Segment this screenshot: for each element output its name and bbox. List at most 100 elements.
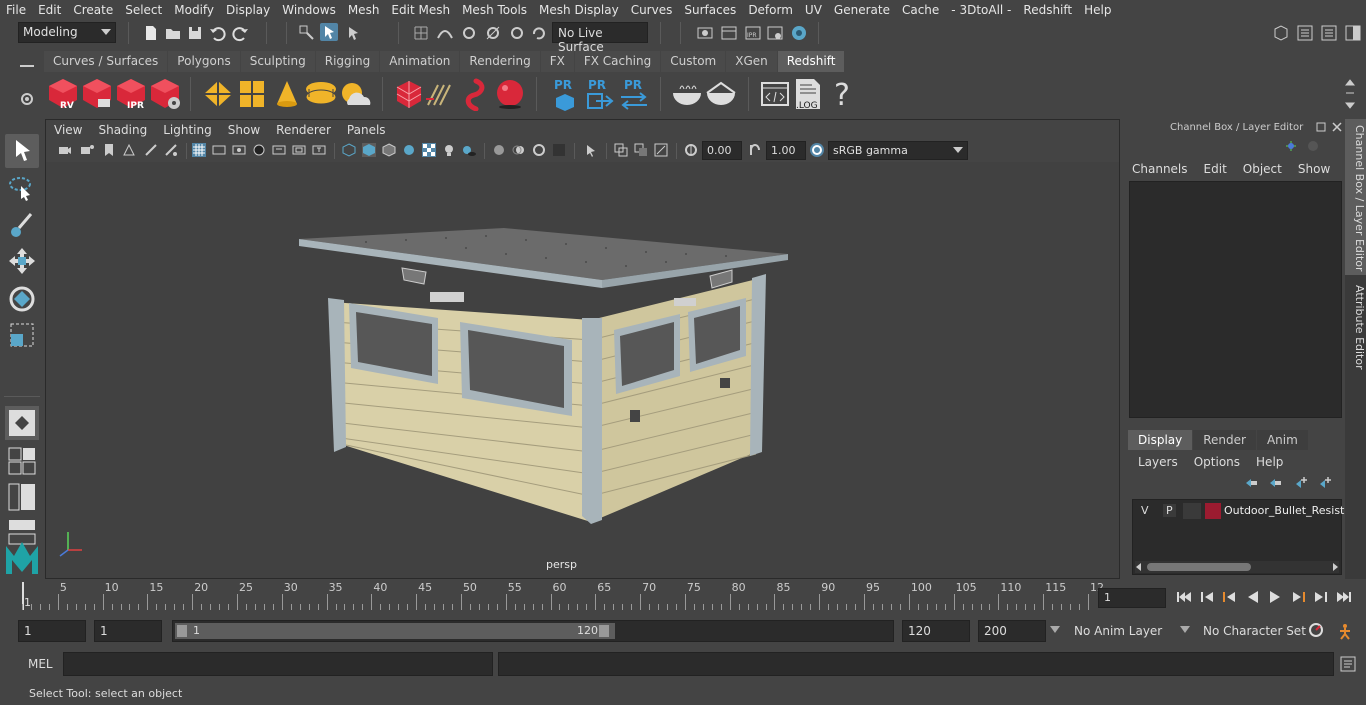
layer-menu-options[interactable]: Options (1186, 455, 1248, 469)
menu-help[interactable]: Help (1078, 3, 1117, 17)
play-backwards-icon[interactable] (1246, 590, 1260, 604)
step-back-frame-icon[interactable] (1222, 590, 1236, 604)
camera-attributes-icon[interactable] (80, 143, 94, 157)
layer-name[interactable]: Outdoor_Bullet_Resist (1224, 504, 1344, 517)
redshift-ies-light-icon[interactable] (274, 79, 300, 109)
shadows-icon[interactable] (462, 143, 476, 157)
redshift-proxy-icon[interactable] (394, 79, 424, 109)
film-gate-icon[interactable] (212, 143, 226, 157)
viewport-menu-show[interactable]: Show (220, 123, 268, 137)
gamma-icon[interactable] (748, 143, 762, 157)
new-layer-icon[interactable] (1294, 475, 1308, 489)
menu-mesh-display[interactable]: Mesh Display (533, 3, 625, 17)
depth-of-field-icon[interactable] (552, 143, 566, 157)
viewport-menu-renderer[interactable]: Renderer (268, 123, 339, 137)
menu-curves[interactable]: Curves (625, 3, 679, 17)
animation-preferences-icon[interactable] (1336, 622, 1354, 640)
xray-active-icon[interactable] (634, 143, 648, 157)
shelf-gear-icon[interactable] (20, 92, 34, 106)
shelf-tab-animation[interactable]: Animation (380, 51, 460, 72)
layer-menu-help[interactable]: Help (1248, 455, 1291, 469)
shelf-tab-sculpting[interactable]: Sculpting (240, 51, 315, 72)
menu-edit-mesh[interactable]: Edit Mesh (385, 3, 456, 17)
shelf-scroll-icon[interactable] (1344, 77, 1356, 111)
command-input[interactable] (63, 652, 493, 676)
menu-surfaces[interactable]: Surfaces (678, 3, 742, 17)
range-end-handle[interactable] (599, 625, 609, 637)
scale-tool[interactable] (5, 318, 39, 352)
move-layer-down-icon[interactable] (1268, 477, 1282, 489)
viewport-menu-shading[interactable]: Shading (90, 123, 155, 137)
redshift-object-properties-icon[interactable]: PR (550, 77, 580, 111)
menu-display[interactable]: Display (220, 3, 276, 17)
undo-icon[interactable] (208, 24, 226, 42)
playback-start-field[interactable]: 1 (94, 620, 162, 642)
viewport-menu-view[interactable]: View (46, 123, 90, 137)
character-set-label[interactable]: No Character Set (1203, 624, 1306, 638)
mel-label[interactable]: MEL (28, 657, 53, 671)
select-tool[interactable] (5, 134, 39, 168)
color-management-icon[interactable] (810, 143, 824, 157)
select-camera-icon[interactable] (58, 143, 72, 157)
redshift-batch-render-icon[interactable] (80, 77, 114, 111)
attribute-editor-side-tab[interactable]: Attribute Editor (1345, 279, 1366, 379)
smooth-shade-icon[interactable] (362, 143, 376, 157)
snap-curve-icon[interactable] (436, 24, 454, 42)
menu-generate[interactable]: Generate (828, 3, 896, 17)
layer-list-scrollbar[interactable] (1135, 561, 1339, 573)
time-slider[interactable]: 1 5 10 15 20 25 30 35 40 45 50 55 60 65 70 75 80 85 90 95 1… (0, 580, 1366, 614)
viewport-menu-panels[interactable]: Panels (339, 123, 394, 137)
building-model[interactable] (46, 162, 1119, 578)
shelf-tab-redshift[interactable]: Redshift (777, 51, 845, 72)
xray-icon[interactable] (614, 143, 628, 157)
anti-alias-icon[interactable] (532, 143, 546, 157)
shelf-tab-fx-caching[interactable]: FX Caching (574, 51, 661, 72)
layer-color-swatch[interactable] (1205, 503, 1221, 519)
auto-key-icon[interactable] (1308, 622, 1324, 638)
shelf-tab-fx[interactable]: FX (540, 51, 574, 72)
current-frame-field[interactable]: 1 (1098, 588, 1166, 608)
new-scene-icon[interactable] (142, 24, 160, 42)
field-chart-icon[interactable] (272, 143, 286, 157)
scene-start-field[interactable]: 1 (18, 620, 86, 642)
toggle-modeling-toolkit-icon[interactable] (1296, 24, 1314, 42)
redshift-volume-icon[interactable] (426, 81, 458, 109)
redo-icon[interactable] (232, 24, 250, 42)
redshift-log-icon[interactable]: .LOG (792, 77, 824, 111)
render-frame-icon[interactable] (720, 24, 738, 42)
color-space-dropdown[interactable]: sRGB gamma (828, 141, 968, 160)
play-forwards-icon[interactable] (1268, 590, 1282, 604)
hypershade-icon[interactable] (790, 24, 808, 42)
select-object-icon[interactable] (320, 23, 338, 41)
menu-create[interactable]: Create (67, 3, 119, 17)
layer-tab-render[interactable]: Render (1193, 430, 1256, 450)
open-scene-icon[interactable] (164, 24, 182, 42)
render-globals-icon[interactable] (766, 24, 784, 42)
redshift-sphere-icon[interactable] (494, 77, 526, 111)
scene-end-field[interactable]: 200 (978, 620, 1046, 642)
textured-icon[interactable] (422, 143, 436, 157)
resolution-gate-icon[interactable] (232, 143, 246, 157)
redshift-ipr-icon[interactable]: IPR (114, 77, 148, 111)
snap-view-plane-icon[interactable] (484, 24, 502, 42)
grid-toggle-icon[interactable] (192, 143, 206, 157)
paint-select-tool[interactable] (5, 208, 39, 242)
snap-rotate-icon[interactable] (530, 24, 548, 42)
layer-tab-anim[interactable]: Anim (1256, 430, 1308, 450)
script-editor-icon[interactable] (1340, 656, 1356, 672)
redshift-help-icon[interactable]: ? (828, 77, 856, 111)
go-to-end-icon[interactable] (1336, 590, 1352, 604)
gate-mask-icon[interactable] (252, 143, 266, 157)
layer-menu-layers[interactable]: Layers (1130, 455, 1186, 469)
wireframe-icon[interactable] (342, 143, 356, 157)
redshift-pr-export-icon[interactable]: PR (584, 77, 614, 111)
menu-modify[interactable]: Modify (168, 3, 220, 17)
shelf-tab-polygons[interactable]: Polygons (168, 51, 240, 72)
screen-space-ao-icon[interactable] (492, 143, 506, 157)
redshift-render-settings-icon[interactable] (148, 77, 182, 111)
toggle-channel-box-icon[interactable] (1344, 24, 1362, 42)
redshift-material-bowl-icon[interactable] (670, 79, 704, 109)
menu-edit[interactable]: Edit (32, 3, 67, 17)
anim-layer-dropdown-icon[interactable] (1050, 626, 1060, 634)
channel-menu-object[interactable]: Object (1235, 162, 1290, 176)
